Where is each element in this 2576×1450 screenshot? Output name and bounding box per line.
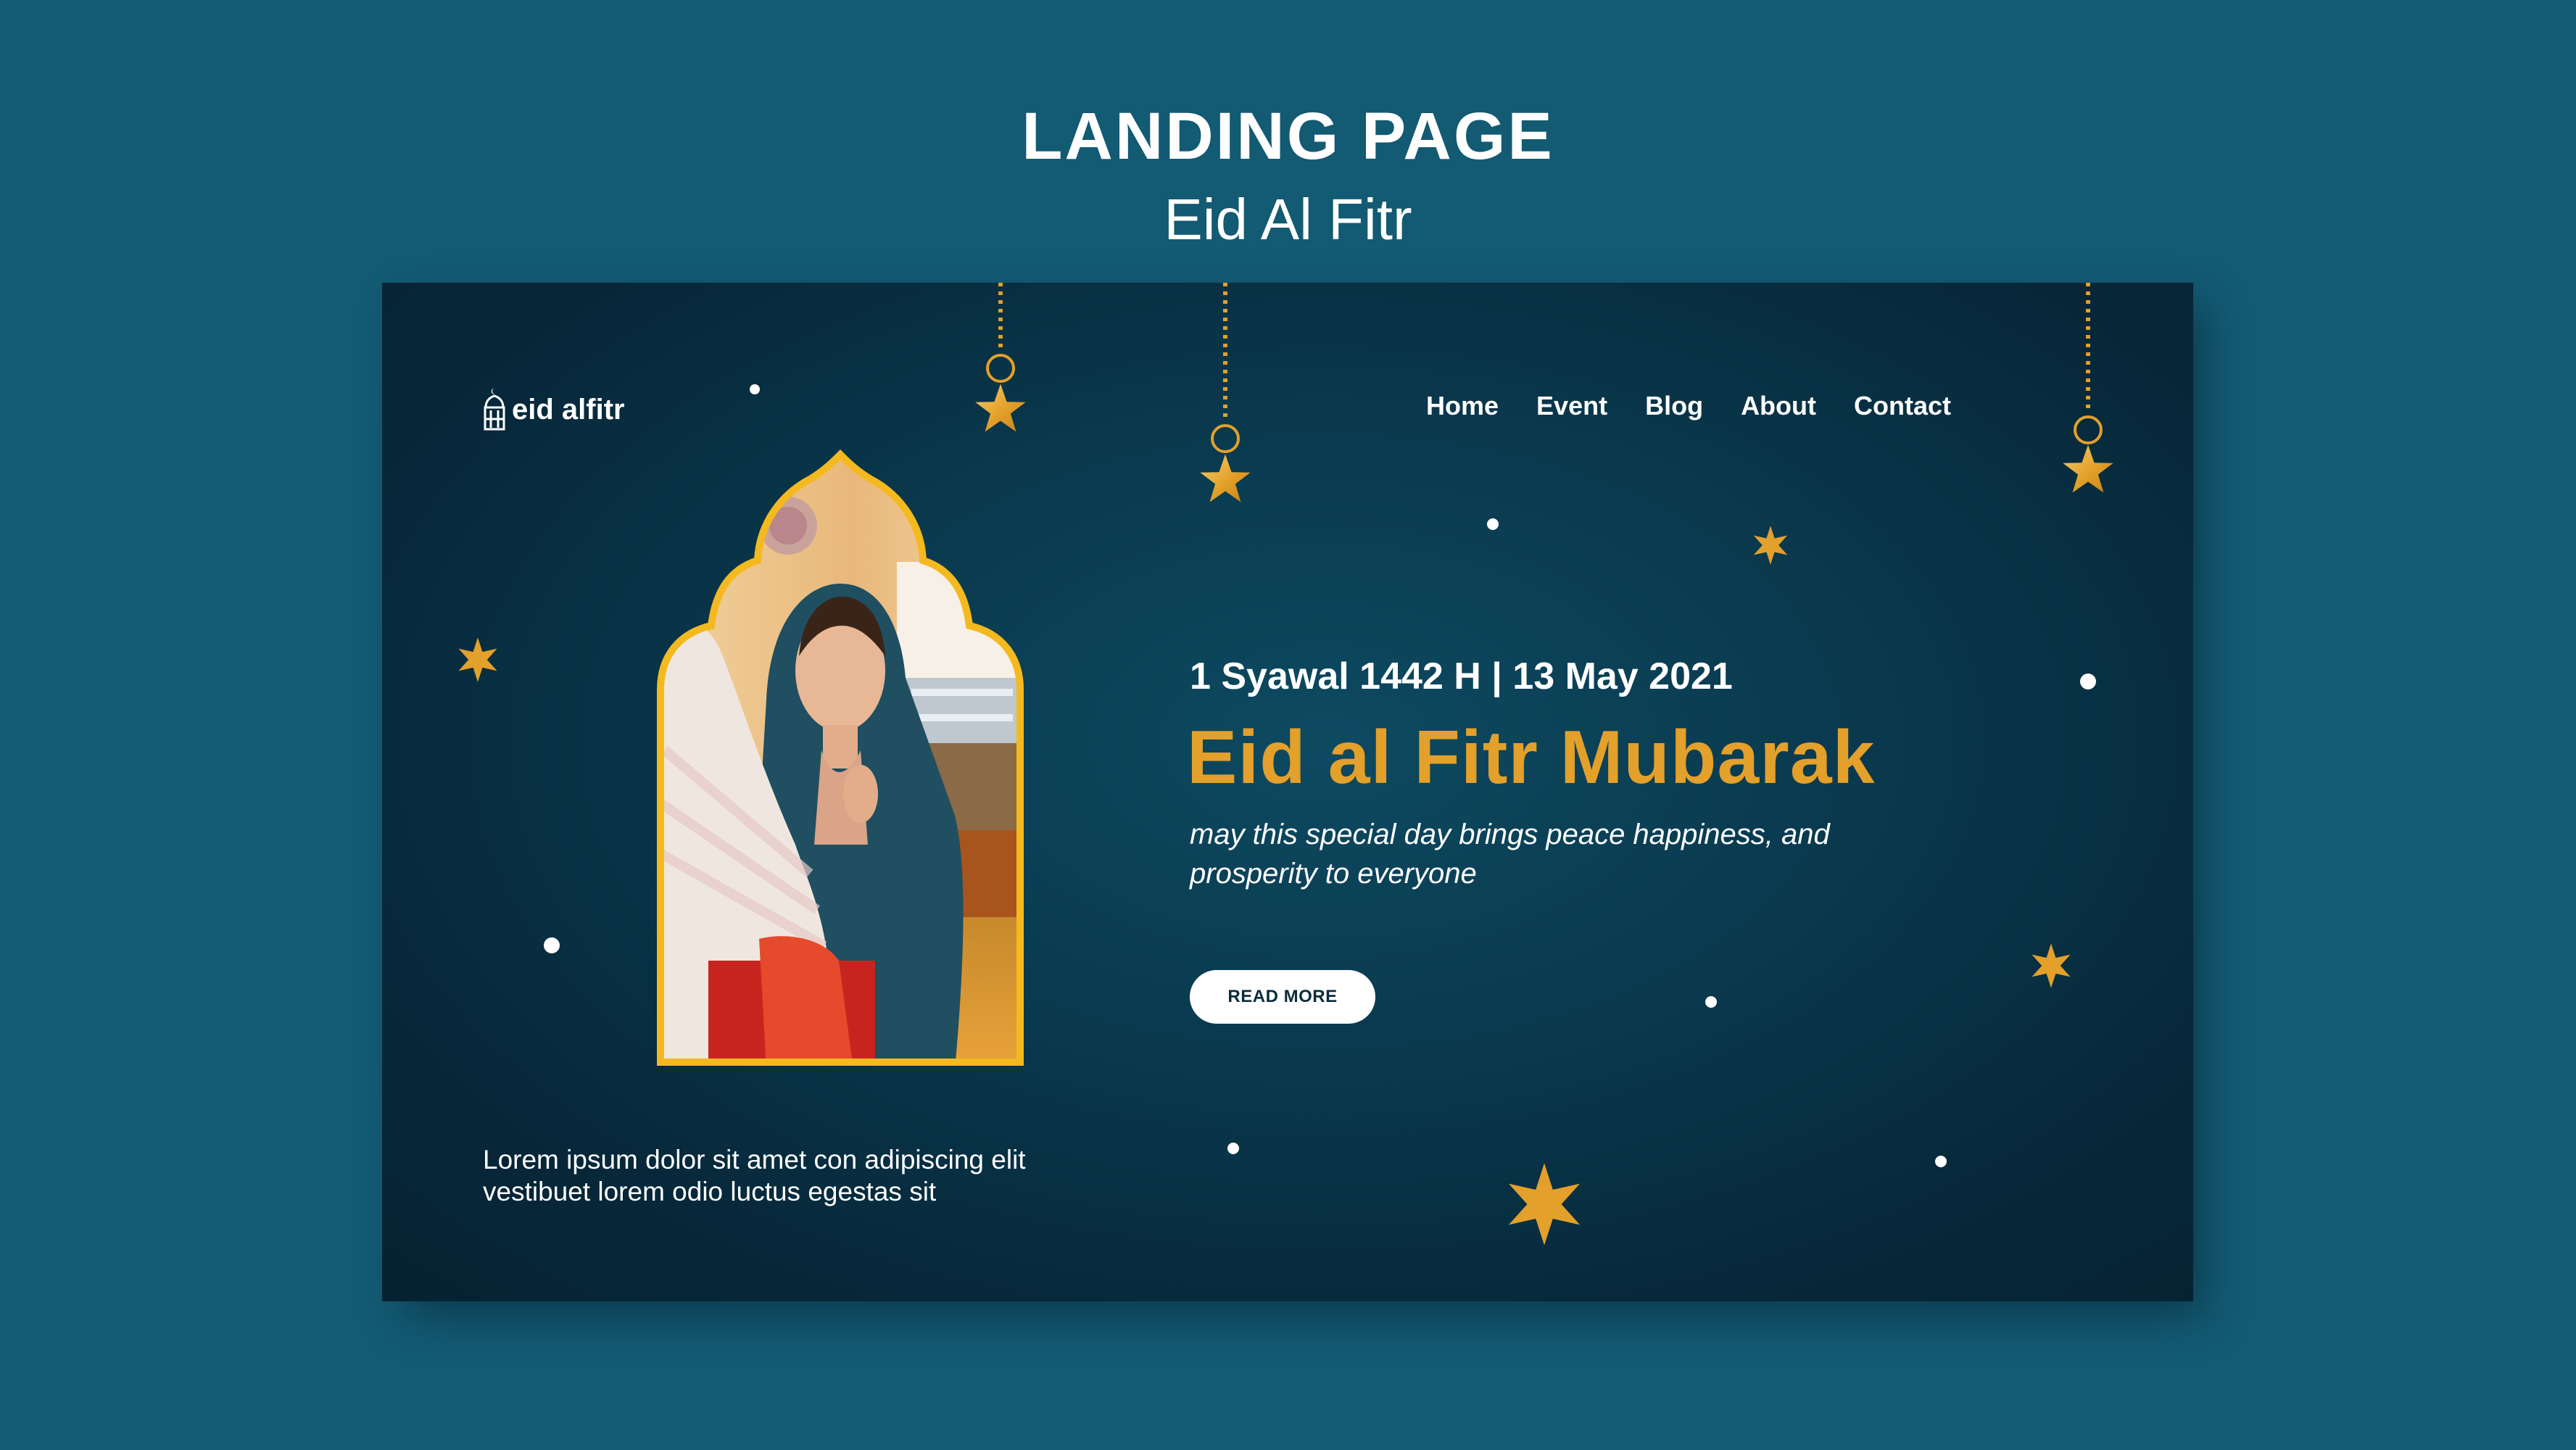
dot-decoration <box>1705 996 1717 1008</box>
main-nav: Home Event Blog About Contact <box>1426 384 1951 428</box>
star-icon <box>1508 1163 1581 1246</box>
mosque-lantern-icon <box>484 387 505 431</box>
event-date: 1 Syawal 1442 H | 13 May 2021 <box>1190 655 1733 697</box>
site-logo[interactable]: eid alfitr <box>481 384 625 435</box>
hero-photo-frame <box>650 439 1056 1073</box>
woman-in-hijab-photo <box>657 449 1024 1066</box>
nav-home[interactable]: Home <box>1426 384 1499 428</box>
dot-decoration <box>2080 674 2096 689</box>
hero-headline: Eid al Fitr Mubarak <box>1187 716 1876 800</box>
nav-event[interactable]: Event <box>1536 384 1607 428</box>
star-icon <box>1753 526 1788 565</box>
landing-page-mockup: eid alfitr Home Event Blog About Contact <box>382 283 2193 1301</box>
star-icon <box>458 637 497 682</box>
intro-paragraph: Lorem ipsum dolor sit amet con adipiscin… <box>483 1145 1026 1206</box>
dot-decoration <box>750 384 760 394</box>
dot-decoration <box>1487 518 1499 530</box>
hanging-star-ornament <box>975 283 1026 432</box>
nav-blog[interactable]: Blog <box>1645 384 1703 428</box>
dot-decoration <box>1935 1156 1947 1167</box>
hero-tagline: may this special day brings peace happin… <box>1190 819 1830 890</box>
hanging-star-ornament <box>2063 283 2113 493</box>
dot-decoration <box>544 937 560 953</box>
dot-decoration <box>1227 1143 1239 1154</box>
hanging-star-ornament <box>1200 283 1251 502</box>
showcase-subtitle: Eid Al Fitr <box>1164 187 1412 252</box>
showcase-title: LANDING PAGE <box>1022 99 1554 173</box>
read-more-button[interactable]: READ MORE <box>1190 970 1375 1024</box>
nav-about[interactable]: About <box>1741 384 1816 428</box>
nav-contact[interactable]: Contact <box>1854 384 1951 428</box>
star-icon <box>2032 943 2071 988</box>
logo-text: eid alfitr <box>512 393 625 426</box>
